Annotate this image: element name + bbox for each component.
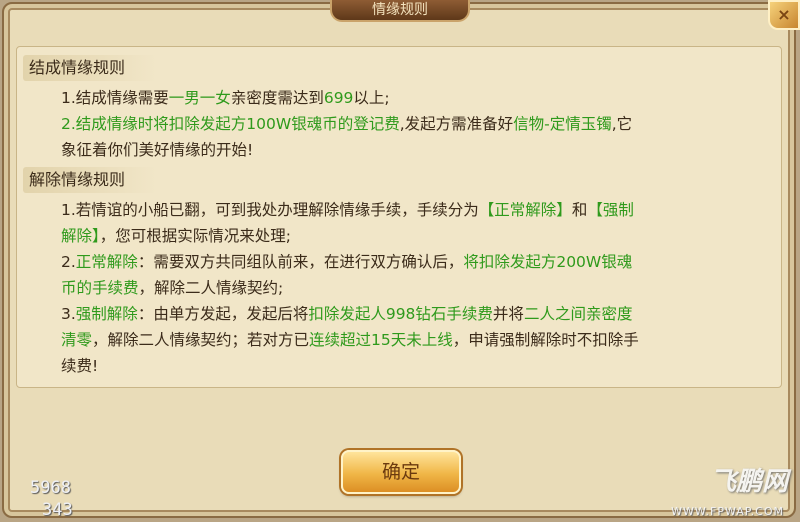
watermark-logo: 飞鹏网 bbox=[709, 467, 788, 497]
rule-line: 币的手续费，解除二人情缘契约; bbox=[61, 275, 763, 301]
rule-text: 续费! bbox=[61, 357, 99, 375]
rule-text: 亲密度需达到 bbox=[230, 89, 324, 107]
close-icon: × bbox=[777, 5, 791, 24]
coordinate-readout-top: 5968 bbox=[30, 478, 71, 498]
highlight-text: 【正常解除】 bbox=[478, 201, 572, 219]
rule-text: 1.结成情缘需要 bbox=[61, 89, 169, 107]
highlight-text: 2.结成情缘时将扣除发起方100W银魂币的登记费 bbox=[61, 115, 400, 133]
rule-line: 清零，解除二人情缘契约；若对方已连续超过15天未上线，申请强制解除时不扣除手 bbox=[61, 327, 763, 353]
highlight-text: 清零 bbox=[61, 331, 93, 349]
rule-line: 解除】，您可根据实际情况来处理; bbox=[61, 223, 763, 249]
highlight-text: 信物-定情玉镯 bbox=[513, 115, 612, 133]
coordinate-readout-bottom: 343 bbox=[42, 500, 73, 520]
section-header-dissolve: 解除情缘规则 bbox=[23, 167, 157, 193]
highlight-text: 一男一女 bbox=[168, 89, 231, 107]
highlight-text: 将扣除发起方200W银魂 bbox=[463, 253, 633, 271]
rule-text: 2. bbox=[61, 253, 76, 271]
rule-line: 2.结成情缘时将扣除发起方100W银魂币的登记费,发起方需准备好信物-定情玉镯,… bbox=[61, 111, 763, 137]
rule-text: ：由单方发起，发起后将 bbox=[137, 305, 309, 323]
highlight-text: 强制解除 bbox=[75, 305, 138, 323]
highlight-text: 正常解除 bbox=[75, 253, 138, 271]
rule-text: 以上; bbox=[353, 89, 390, 107]
highlight-text: 【强制 bbox=[587, 201, 634, 219]
highlight-text: 699 bbox=[323, 89, 354, 107]
rule-text: ，解除二人情缘契约; bbox=[138, 279, 284, 297]
rule-line: 2.正常解除：需要双方共同组队前来，在进行双方确认后，将扣除发起方200W银魂 bbox=[61, 249, 763, 275]
highlight-text: 二人之间亲密度 bbox=[523, 305, 633, 323]
rule-text: ，申请强制解除时不扣除手 bbox=[452, 331, 639, 349]
rule-line: 象征着你们美好情缘的开始! bbox=[61, 137, 763, 163]
rule-text: ,发起方需准备好 bbox=[399, 115, 514, 133]
rule-line: 1.结成情缘需要一男一女亲密度需达到699以上; bbox=[61, 85, 763, 111]
highlight-text: 连续超过15天未上线 bbox=[309, 331, 453, 349]
rules-panel: 结成情缘规则 1.结成情缘需要一男一女亲密度需达到699以上; 2.结成情缘时将… bbox=[16, 46, 782, 388]
section-header-form: 结成情缘规则 bbox=[23, 55, 157, 81]
rule-text: ：需要双方共同组队前来，在进行双方确认后， bbox=[137, 253, 464, 271]
confirm-button[interactable]: 确定 bbox=[341, 450, 461, 494]
rule-text: 3. bbox=[61, 305, 76, 323]
rule-text: 1.若情谊的小船已翻，可到我处办理解除情缘手续，手续分为 bbox=[61, 201, 479, 219]
watermark-url: WWW.FPWAP.COM bbox=[671, 505, 784, 518]
highlight-text: 解除】 bbox=[61, 227, 100, 245]
rule-text: 并将 bbox=[492, 305, 524, 323]
highlight-text: 扣除发起人998钻石手续费 bbox=[308, 305, 493, 323]
rule-text: 象征着你们美好情缘的开始! bbox=[61, 141, 254, 159]
rule-line: 3.强制解除：由单方发起，发起后将扣除发起人998钻石手续费并将二人之间亲密度 bbox=[61, 301, 763, 327]
rule-text: 和 bbox=[571, 201, 588, 219]
close-button[interactable]: × bbox=[768, 0, 800, 30]
rule-line: 1.若情谊的小船已翻，可到我处办理解除情缘手续，手续分为【正常解除】和【强制 bbox=[61, 197, 763, 223]
rule-text: ,它 bbox=[611, 115, 633, 133]
highlight-text: 币的手续费 bbox=[61, 279, 139, 297]
rule-text: ，您可根据实际情况来处理; bbox=[99, 227, 291, 245]
dialog-title: 情缘规则 bbox=[330, 0, 470, 22]
rule-text: ，解除二人情缘契约；若对方已 bbox=[92, 331, 310, 349]
rule-line: 续费! bbox=[61, 353, 763, 379]
